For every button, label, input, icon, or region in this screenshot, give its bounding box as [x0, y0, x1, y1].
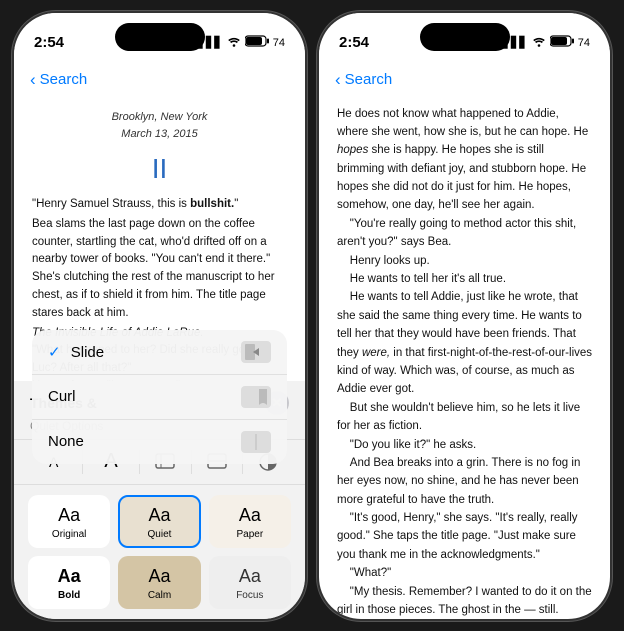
time-left: 2:54	[34, 34, 64, 51]
none-label: None	[48, 433, 84, 450]
right-book-page: He does not know what happened to Addie,…	[319, 99, 610, 621]
theme-bold[interactable]: Aa Bold	[28, 556, 110, 609]
theme-focus-label: Focus	[236, 590, 263, 601]
theme-quiet-label: Quiet	[148, 529, 172, 540]
back-label-right: Search	[345, 71, 393, 88]
back-label-left: Search	[40, 71, 88, 88]
phones-container: 2:54 ▋▋▋ 74 ‹ Search Brooklyn, New	[12, 11, 612, 621]
time-right: 2:54	[339, 34, 369, 51]
status-icons-left: ▋▋▋ 74	[197, 35, 285, 50]
theme-quiet[interactable]: Aa Quiet	[118, 495, 200, 548]
book-location: Brooklyn, New York March 13, 2015	[32, 109, 287, 143]
theme-focus-aa: Aa	[239, 566, 261, 587]
transition-popup: ✓ Slide Curl None	[32, 330, 287, 464]
check-icon: ✓	[48, 344, 61, 361]
theme-calm-label: Calm	[148, 590, 171, 601]
battery-icon-right	[550, 35, 574, 50]
transition-slide[interactable]: ✓ Slide	[32, 330, 287, 375]
status-icons-right: ▋▋▋ 74	[502, 35, 590, 50]
theme-focus[interactable]: Aa Focus	[209, 556, 291, 609]
wifi-icon	[227, 36, 241, 50]
back-chevron-left: ‹	[30, 71, 36, 88]
right-book-text: He does not know what happened to Addie,…	[337, 105, 592, 621]
right-phone: 2:54 ▋▋▋ 74 ‹ Search He does not kn	[317, 11, 612, 621]
back-chevron-right: ‹	[335, 71, 341, 88]
nav-bar-left: ‹ Search	[14, 61, 305, 99]
dynamic-island-right	[420, 23, 510, 51]
nav-bar-right: ‹ Search	[319, 61, 610, 99]
theme-calm-aa: Aa	[148, 566, 170, 587]
slide-label: ✓ Slide	[48, 343, 104, 361]
none-icon	[241, 431, 271, 453]
theme-quiet-aa: Aa	[148, 505, 170, 526]
theme-grid: Aa Original Aa Quiet Aa Paper Aa Bold Aa	[14, 485, 305, 619]
theme-paper-label: Paper	[236, 529, 263, 540]
theme-paper-aa: Aa	[239, 505, 261, 526]
theme-original[interactable]: Aa Original	[28, 495, 110, 548]
back-button-left[interactable]: ‹ Search	[30, 71, 87, 88]
battery-icon	[245, 35, 269, 50]
battery-pct: 74	[273, 37, 285, 49]
theme-calm[interactable]: Aa Calm	[118, 556, 200, 609]
curl-icon	[241, 386, 271, 408]
wifi-icon-right	[532, 36, 546, 50]
transition-none[interactable]: None	[32, 420, 287, 464]
dynamic-island	[115, 23, 205, 51]
theme-bold-label: Bold	[58, 590, 80, 601]
theme-original-aa: Aa	[58, 505, 80, 526]
transition-curl[interactable]: Curl	[32, 375, 287, 420]
slide-icon	[241, 341, 271, 363]
theme-original-label: Original	[52, 529, 86, 540]
theme-paper[interactable]: Aa Paper	[209, 495, 291, 548]
curl-label: Curl	[48, 388, 76, 405]
left-phone: 2:54 ▋▋▋ 74 ‹ Search Brooklyn, New	[12, 11, 307, 621]
theme-bold-aa: Aa	[58, 566, 81, 587]
battery-pct-right: 74	[578, 37, 590, 49]
back-button-right[interactable]: ‹ Search	[335, 71, 392, 88]
chapter-number: II	[32, 147, 287, 190]
